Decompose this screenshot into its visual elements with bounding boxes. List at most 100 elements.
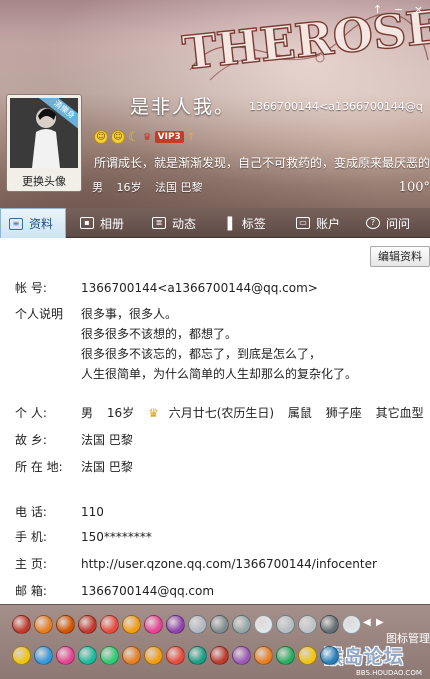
smile-icon[interactable]: ☺ bbox=[94, 130, 108, 144]
emoticon-icon[interactable] bbox=[188, 615, 207, 634]
question-icon: ? bbox=[366, 217, 380, 229]
bio-line: 很多事，很多人。 bbox=[81, 307, 178, 321]
tab-label: 相册 bbox=[100, 216, 125, 231]
emoticon-icon[interactable] bbox=[320, 615, 339, 634]
bio-line: 很多很多不该忘的，都忘了，到底是怎么了， bbox=[81, 347, 322, 361]
close-icon[interactable]: × bbox=[412, 3, 425, 16]
emoticon-icon[interactable] bbox=[166, 646, 185, 665]
blood-type: 其它血型 bbox=[375, 406, 424, 420]
vip-badge[interactable]: VIP3 bbox=[154, 131, 184, 143]
emoticon-icon[interactable] bbox=[166, 615, 185, 634]
emoticon-icon[interactable] bbox=[254, 646, 273, 665]
edit-profile-button[interactable]: 编辑资料 bbox=[370, 246, 430, 267]
emoticon-icon[interactable] bbox=[276, 646, 295, 665]
tab-tags[interactable]: ❚ 标签 bbox=[216, 208, 288, 238]
pin-icon[interactable]: ↑ bbox=[371, 3, 384, 16]
header-location: 法国 巴黎 bbox=[155, 181, 203, 194]
status-icons: ☺ ☺ ☾ ♛ VIP3 ↑ bbox=[94, 130, 196, 145]
prev-icon[interactable]: ◀ bbox=[363, 617, 371, 628]
account-label: 帐 号: bbox=[15, 281, 47, 295]
header-basic-info: 男 16岁 法国 巴黎 bbox=[92, 179, 213, 195]
profile-content: 编辑资料 帐 号: 1366700144<a1366700144@qq.com>… bbox=[0, 238, 430, 604]
emoticon-icon[interactable] bbox=[254, 615, 273, 634]
change-avatar-link[interactable]: 更换头像 bbox=[7, 173, 81, 189]
emoticon-icon[interactable] bbox=[56, 615, 75, 634]
tab-account[interactable]: ▭ 账户 bbox=[288, 208, 358, 238]
tab-label: 动态 bbox=[172, 216, 197, 231]
tab-label: 资料 bbox=[29, 217, 54, 231]
bio-line: 很多很多不该想的，都想了。 bbox=[81, 327, 238, 341]
bookmark-icon: ❚ bbox=[224, 215, 236, 231]
emoticon-icon[interactable] bbox=[12, 646, 31, 665]
profile-header: THEROSE ↑ − × 清樂身 更换头像 是非人我。 1366700144<… bbox=[0, 0, 430, 208]
emoticon-icon[interactable] bbox=[78, 615, 97, 634]
emoticon-icon[interactable] bbox=[12, 615, 31, 634]
email-value[interactable]: 1366700144@qq.com bbox=[81, 583, 214, 599]
emoticon-icon[interactable] bbox=[276, 615, 295, 634]
emoticon-icon[interactable] bbox=[232, 615, 251, 634]
tab-label: 账户 bbox=[316, 216, 341, 231]
completion-indicator: 100° bbox=[398, 180, 430, 195]
emoticon-icon[interactable] bbox=[34, 646, 53, 665]
signature[interactable]: 所谓成长，就是渐渐发现，自己不可救药的，变成原来最厌恶的 bbox=[94, 154, 430, 171]
emoticon-icon[interactable] bbox=[232, 646, 251, 665]
hometown-label: 故 乡: bbox=[15, 433, 47, 447]
emoticon-icon[interactable] bbox=[144, 646, 163, 665]
emoticon-icon[interactable] bbox=[144, 615, 163, 634]
feed-icon: ≣ bbox=[152, 217, 166, 229]
vip-up-arrow-icon: ↑ bbox=[186, 131, 196, 143]
emoticon-icon[interactable] bbox=[122, 615, 141, 634]
birthday-text: 六月廿七(农历生日) bbox=[168, 406, 275, 420]
location-value: 法国 巴黎 bbox=[81, 460, 133, 474]
zodiac: 属鼠 bbox=[287, 406, 312, 420]
avatar-frame: 清樂身 更换头像 bbox=[6, 94, 82, 192]
tab-album[interactable]: ▪ 相册 bbox=[72, 208, 142, 238]
tab-profile[interactable]: ≡ 资料 bbox=[0, 208, 66, 238]
emoticon-icon[interactable] bbox=[342, 615, 361, 634]
watermark-url: BBS.HOUDAO.COM bbox=[356, 669, 422, 677]
header-account: 1366700144<a1366700144@q bbox=[249, 100, 423, 113]
next-icon[interactable]: ▶ bbox=[376, 617, 384, 628]
emoticon-icon[interactable] bbox=[210, 646, 229, 665]
emoticon-icon[interactable] bbox=[298, 646, 317, 665]
photo-icon: ▪ bbox=[80, 217, 94, 229]
banner-art: THEROSE bbox=[179, 0, 430, 81]
emoticon-bar: ◀ ▶ 图标管理 猴岛论坛 BBS.HOUDAO.COM bbox=[0, 604, 430, 679]
wallet-icon: ▭ bbox=[296, 217, 310, 229]
bio-label: 个人说明 bbox=[15, 307, 64, 321]
emoticon-icon[interactable] bbox=[188, 646, 207, 665]
gender: 男 bbox=[81, 406, 94, 420]
minimize-icon[interactable]: − bbox=[392, 3, 405, 16]
bio-line: 人生很简单，为什么简单的人生却那么的复杂化了。 bbox=[81, 367, 358, 381]
emoticon-icon[interactable] bbox=[100, 646, 119, 665]
tab-bar: ≡ 资料 ▪ 相册 ≣ 动态 ❚ 标签 ▭ 账户 ? 问问 bbox=[0, 208, 430, 238]
location-label: 所 在 地: bbox=[15, 460, 63, 474]
emoticon-icon[interactable] bbox=[122, 646, 141, 665]
avatar[interactable]: 清樂身 bbox=[10, 98, 78, 168]
emoticon-icon[interactable] bbox=[78, 646, 97, 665]
age: 16岁 bbox=[106, 406, 135, 420]
moon-icon[interactable]: ☾ bbox=[128, 130, 140, 145]
emoticon-icon[interactable] bbox=[298, 615, 317, 634]
tab-feed[interactable]: ≣ 动态 bbox=[144, 208, 216, 238]
personal-label: 个 人: bbox=[15, 406, 47, 420]
smile-icon[interactable]: ☺ bbox=[111, 130, 125, 144]
emoticon-icon[interactable] bbox=[210, 615, 229, 634]
header-gender: 男 bbox=[92, 181, 103, 194]
hometown-value: 法国 巴黎 bbox=[81, 433, 133, 447]
nickname: 是非人我。 bbox=[130, 96, 236, 118]
mobile-label: 手 机: bbox=[15, 530, 47, 544]
crown-icon: ♛ bbox=[147, 406, 159, 420]
homepage-link[interactable]: http://user.qzone.qq.com/1366700144/info… bbox=[81, 556, 377, 572]
emoticon-icon[interactable] bbox=[100, 615, 119, 634]
star-sign: 狮子座 bbox=[325, 406, 362, 420]
emoticon-icon[interactable] bbox=[320, 646, 339, 665]
phone-value: 110 bbox=[81, 505, 104, 519]
personal-values: 男 16岁 ♛ 六月廿七(农历生日) 属鼠 狮子座 其它血型 bbox=[81, 405, 430, 421]
emoticon-icon[interactable] bbox=[56, 646, 75, 665]
phone-label: 电 话: bbox=[15, 505, 47, 519]
homepage-label: 主 页: bbox=[15, 557, 47, 571]
emoticon-icon[interactable] bbox=[34, 615, 53, 634]
bio-text: 很多事，很多人。 很多很多不该想的，都想了。 很多很多不该忘的，都忘了，到底是怎… bbox=[81, 306, 357, 386]
tab-questions[interactable]: ? 问问 bbox=[358, 208, 430, 238]
